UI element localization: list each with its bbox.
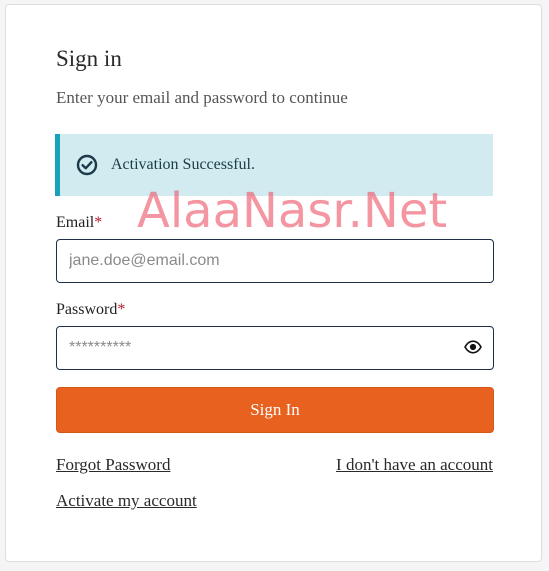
password-label-text: Password bbox=[56, 301, 118, 318]
page-subtitle: Enter your email and password to continu… bbox=[56, 88, 348, 107]
signin-button[interactable]: Sign In bbox=[56, 387, 494, 433]
alert-message: Activation Successful. bbox=[111, 156, 255, 173]
email-required-marker: * bbox=[94, 214, 103, 231]
password-required-marker: * bbox=[117, 301, 126, 318]
forgot-password-link[interactable]: Forgot Password bbox=[56, 455, 170, 475]
signin-card: Sign in Enter your email and password to… bbox=[5, 4, 542, 562]
email-label-text: Email bbox=[56, 214, 95, 231]
eye-icon[interactable] bbox=[462, 338, 484, 356]
email-field[interactable] bbox=[56, 239, 494, 283]
page-title: Sign in bbox=[56, 46, 122, 71]
password-label: Password* bbox=[56, 301, 125, 319]
email-label: Email* bbox=[56, 214, 102, 232]
activate-account-link[interactable]: Activate my account bbox=[56, 491, 197, 511]
password-field[interactable] bbox=[56, 326, 494, 370]
check-circle-icon bbox=[76, 154, 98, 176]
no-account-link[interactable]: I don't have an account bbox=[336, 455, 493, 475]
success-alert: Activation Successful. bbox=[55, 134, 493, 196]
